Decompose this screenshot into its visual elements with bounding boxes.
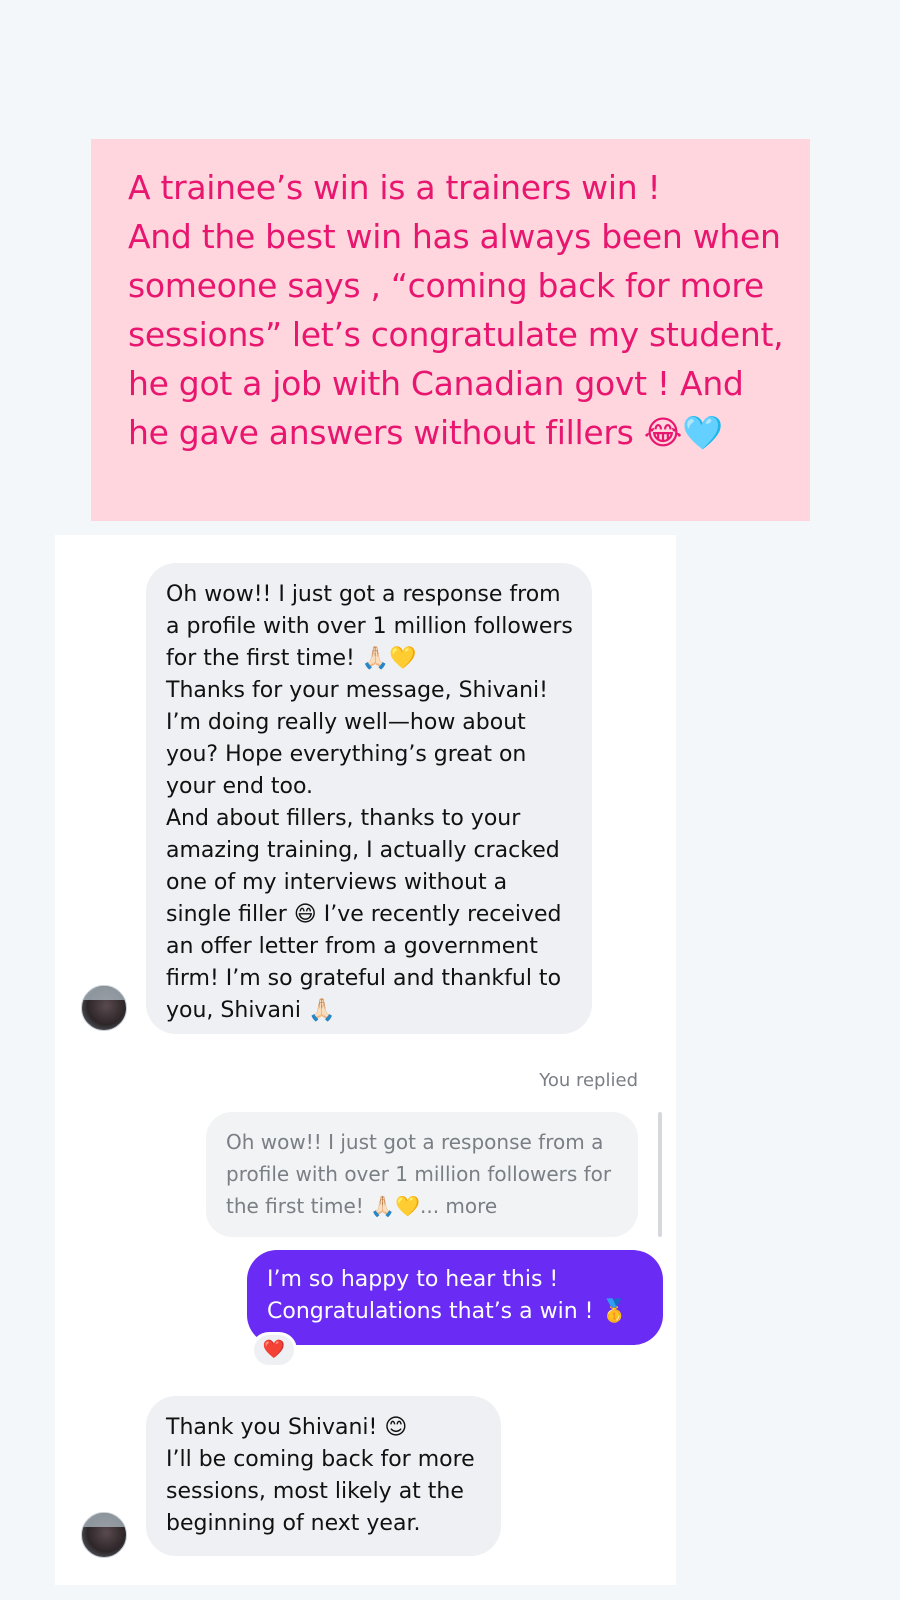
chat-thread: Oh wow!! I just got a response from a pr… bbox=[55, 535, 676, 1585]
quoted-reply-bar bbox=[658, 1112, 662, 1237]
caption-box: A trainee’s win is a trainers win ! And … bbox=[91, 139, 810, 521]
outgoing-message-bubble[interactable]: I’m so happy to hear this ! Congratulati… bbox=[247, 1250, 663, 1345]
incoming-message-bubble[interactable]: Thank you Shivani! 😊 I’ll be coming back… bbox=[146, 1396, 501, 1556]
incoming-message-bubble[interactable]: Oh wow!! I just got a response from a pr… bbox=[146, 563, 592, 1034]
sender-avatar[interactable] bbox=[81, 985, 127, 1031]
quoted-reply-preview[interactable]: Oh wow!! I just got a response from a pr… bbox=[206, 1112, 638, 1237]
caption-text: A trainee’s win is a trainers win ! And … bbox=[128, 168, 784, 452]
sender-avatar[interactable] bbox=[81, 1512, 127, 1558]
heart-reaction[interactable]: ❤️ bbox=[251, 1332, 297, 1368]
reply-status-label: You replied bbox=[539, 1070, 638, 1091]
